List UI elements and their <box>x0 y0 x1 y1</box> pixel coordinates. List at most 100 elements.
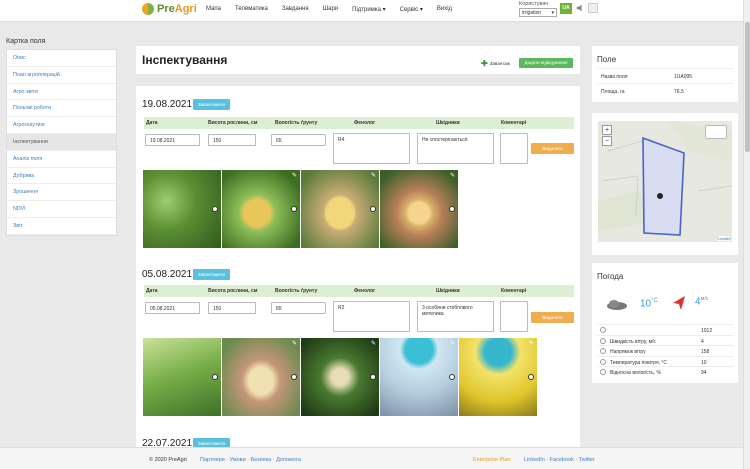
weather-row-wind-direction: Напрямок вітру 158 <box>597 345 734 356</box>
sidebar-item-field-analysis[interactable]: Аналіз поля <box>7 151 116 168</box>
weather-row-temperature: Температура повітря, °С 10 <box>597 355 734 367</box>
nav-logout[interactable]: Вихід <box>437 6 452 13</box>
language-badge[interactable]: UA <box>560 3 572 14</box>
sidebar-item-ndvi[interactable]: NDVI <box>7 201 116 218</box>
sidebar: Картка поля Опис План агрооперацій Агро-… <box>0 22 123 447</box>
sidebar-item-agro-reports[interactable]: Агро-звіти <box>7 84 116 101</box>
upload-button[interactable]: Завантажити <box>193 99 230 110</box>
user-select[interactable]: irrigation ▾ <box>519 8 557 17</box>
nav-telematics[interactable]: Телематика <box>235 6 268 13</box>
humidity-icon <box>600 369 606 375</box>
footer-links[interactable]: Партнери · Умови · Безпека · Допомога <box>200 457 301 463</box>
sidebar-item-fertilizers[interactable]: Добрива <box>7 168 116 185</box>
main-nav: Мапа Телематика Завдання Шари Підтримка … <box>206 6 452 13</box>
col-moisture: Вологість ґрунту <box>275 120 318 126</box>
table-header: Дата Висота рослини, см Вологість ґрунту… <box>144 285 574 297</box>
scrollbar[interactable] <box>743 0 750 469</box>
nav-layers[interactable]: Шари <box>323 6 339 13</box>
upload-button[interactable]: Завантажити <box>193 438 230 447</box>
pencil-icon[interactable]: ✎ <box>371 340 376 347</box>
delete-button[interactable]: Видалити <box>531 143 574 154</box>
view-icon[interactable] <box>212 374 218 380</box>
view-icon[interactable] <box>291 374 297 380</box>
view-icon[interactable] <box>370 206 376 212</box>
plan-link[interactable]: Enterprise Plan <box>473 457 511 463</box>
comment-input[interactable] <box>500 301 528 332</box>
sidebar-item-field-works[interactable]: Польові роботи <box>7 100 116 118</box>
moisture-input[interactable]: 65 <box>271 134 326 146</box>
field-name-row: Назва поля 1UA095 <box>597 68 734 83</box>
layers-icon[interactable] <box>705 125 727 139</box>
logo[interactable]: PreAgri <box>142 3 197 15</box>
view-icon[interactable] <box>212 206 218 212</box>
cloud-icon <box>607 300 627 310</box>
nav-map[interactable]: Мапа <box>206 6 221 13</box>
photo-thumbnail[interactable] <box>143 170 221 248</box>
view-icon[interactable] <box>449 374 455 380</box>
photo-thumbnail[interactable]: ✎ <box>380 338 458 416</box>
nav-service[interactable]: Сервіс ▾ <box>400 6 423 13</box>
upload-button[interactable]: Завантажити <box>193 269 230 280</box>
download-button[interactable]: ✚ Завантаж <box>481 59 510 68</box>
photo-thumbnail[interactable]: ✎ <box>380 170 458 248</box>
view-icon[interactable] <box>291 206 297 212</box>
view-icon[interactable] <box>370 374 376 380</box>
moisture-input[interactable]: 89 <box>271 302 326 314</box>
weather-summary: 10°C 4м/с <box>602 293 732 323</box>
photo-thumbnail[interactable]: ✎ <box>222 170 300 248</box>
col-phenology: Фенолог <box>354 120 376 126</box>
col-comments: Коментарі <box>501 288 527 294</box>
sidebar-list: Опис План агрооперацій Агро-звіти Польов… <box>6 49 117 236</box>
view-icon[interactable] <box>528 374 534 380</box>
social-links[interactable]: LinkedIn · Facebook · Twitter <box>524 457 595 463</box>
logo-icon <box>142 3 154 15</box>
date-input[interactable]: 05.08.2021 <box>145 302 200 314</box>
sidebar-item-agro-plan[interactable]: План агрооперацій <box>7 67 116 84</box>
compass-icon <box>600 348 606 354</box>
photo-thumbnail[interactable]: ✎ <box>459 338 537 416</box>
pests-input[interactable]: 3 особини стеблового метелика <box>417 301 494 332</box>
pests-input[interactable]: Не спостерігаються <box>417 133 494 164</box>
photo-thumbnail[interactable]: ✎ <box>301 170 379 248</box>
page-header: Інспектування ✚ Завантаж Додати відвідува… <box>136 46 580 74</box>
pencil-icon[interactable]: ✎ <box>450 172 455 179</box>
pencil-icon[interactable]: ✎ <box>450 340 455 347</box>
speaker-icon[interactable] <box>576 4 584 12</box>
phenology-input[interactable]: R2 <box>333 301 410 332</box>
pencil-icon[interactable]: ✎ <box>371 172 376 179</box>
sidebar-item-agroscouting[interactable]: Агроскаутинг <box>7 117 116 134</box>
field-map[interactable]: + − Leaflet <box>598 121 732 242</box>
add-visit-button[interactable]: Додати відвідування <box>519 58 573 68</box>
zoom-out-button[interactable]: − <box>602 136 612 146</box>
height-input[interactable]: 150 <box>208 302 256 314</box>
photo-thumbnail[interactable]: ✎ <box>222 338 300 416</box>
pencil-icon[interactable]: ✎ <box>292 340 297 347</box>
photo-gallery: ✎ ✎ ✎ <box>143 170 458 248</box>
date-input[interactable]: 19.08.2021 <box>145 134 200 146</box>
pencil-icon[interactable]: ✎ <box>292 172 297 179</box>
height-input[interactable]: 150 <box>208 134 256 146</box>
nav-tasks[interactable]: Завдання <box>282 6 309 13</box>
pencil-icon[interactable]: ✎ <box>529 340 534 347</box>
zoom-in-button[interactable]: + <box>602 125 612 135</box>
sidebar-item-irrigation[interactable]: Зрошення <box>7 184 116 202</box>
sidebar-item-description[interactable]: Опис <box>7 50 116 67</box>
nav-support[interactable]: Підтримка ▾ <box>352 6 385 13</box>
sidebar-item-report[interactable]: Звіт <box>7 218 116 235</box>
scrollbar-thumb[interactable] <box>745 22 750 152</box>
comment-input[interactable] <box>500 133 528 164</box>
plus-icon: ✚ <box>481 59 488 68</box>
view-icon[interactable] <box>449 206 455 212</box>
photo-thumbnail[interactable] <box>143 338 221 416</box>
delete-button[interactable]: Видалити <box>531 312 574 323</box>
notification-box[interactable] <box>588 3 598 13</box>
photo-thumbnail[interactable]: ✎ <box>301 338 379 416</box>
wind-direction-icon <box>673 296 685 310</box>
field-area-row: Площа, га 76.5 <box>597 83 734 98</box>
photo-gallery: ✎ ✎ ✎ ✎ <box>143 338 537 416</box>
page-title: Інспектування <box>142 53 228 67</box>
sidebar-item-inspection[interactable]: Інспектування <box>7 133 116 151</box>
phenology-input[interactable]: R4 <box>333 133 410 164</box>
col-pests: Шкідники <box>436 288 460 294</box>
map-attribution[interactable]: Leaflet <box>717 236 730 241</box>
